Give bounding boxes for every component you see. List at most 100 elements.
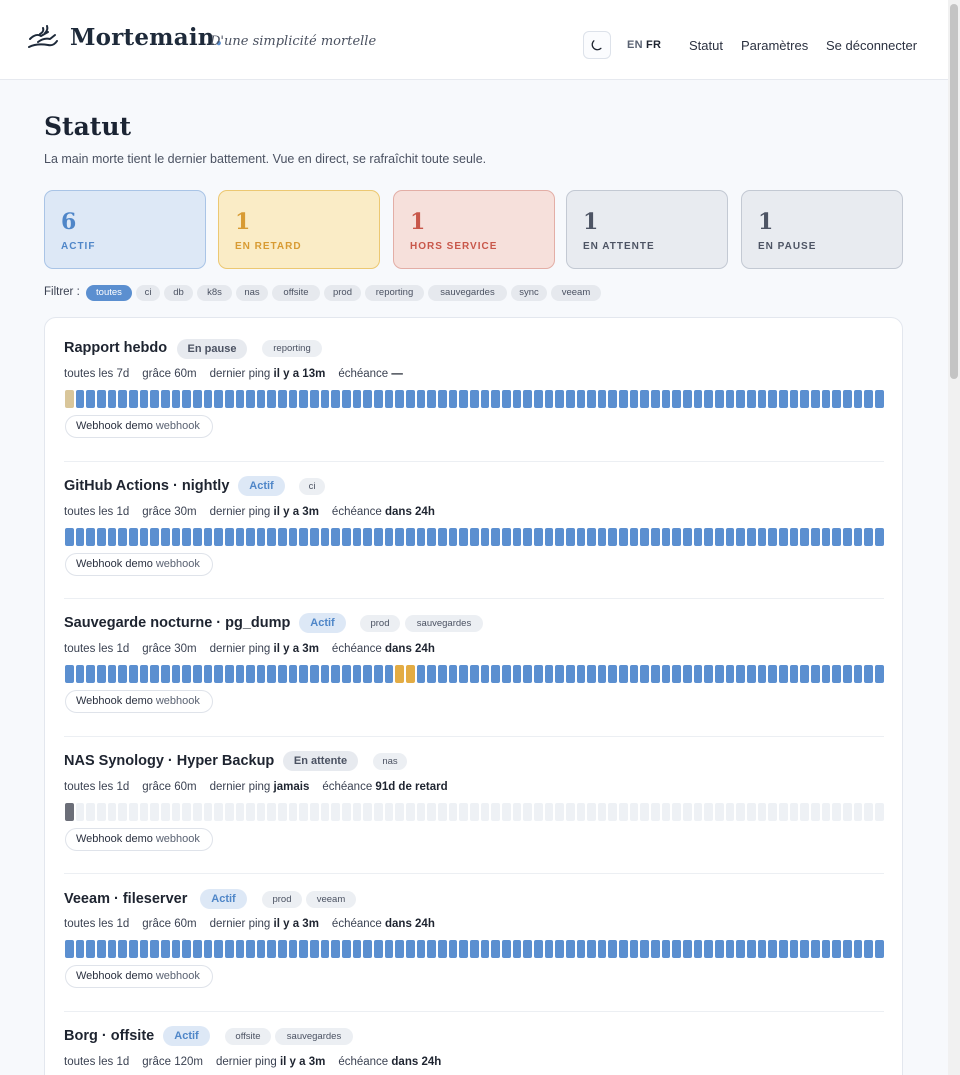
- history-tick-ok: [182, 390, 191, 408]
- job-tag[interactable]: sauvegardes: [405, 615, 483, 632]
- job-title[interactable]: Borg · offsite: [64, 1028, 154, 1044]
- job-title[interactable]: Rapport hebdo: [64, 340, 167, 356]
- history-tick-ok: [352, 528, 362, 546]
- hand-logo-icon[interactable]: [26, 22, 60, 54]
- history-tick-ok: [587, 528, 596, 546]
- stat-card-hors-service[interactable]: 1 HORS SERVICE: [393, 190, 555, 269]
- filter-chip-reporting[interactable]: reporting: [365, 285, 424, 301]
- page-subtitle: La main morte tient le dernier battement…: [44, 152, 487, 166]
- moon-icon: [591, 40, 602, 51]
- stat-card-retard[interactable]: 1 EN RETARD: [218, 190, 380, 269]
- nav-logout[interactable]: Se déconnecter: [826, 38, 917, 53]
- filter-chip-sauvegardes[interactable]: sauvegardes: [428, 285, 507, 301]
- scrollbar-thumb[interactable]: [950, 4, 958, 379]
- theme-toggle-button[interactable]: [583, 31, 611, 59]
- job-title[interactable]: NAS Synology · Hyper Backup: [64, 753, 274, 769]
- history-tick-ok: [651, 940, 660, 958]
- lang-fr-link[interactable]: FR: [646, 39, 661, 51]
- history-tick-ok: [235, 665, 245, 683]
- filter-chip-k8s[interactable]: k8s: [197, 285, 232, 301]
- history-tick-none: [757, 803, 767, 821]
- history-tick-ok: [565, 940, 575, 958]
- stat-card-actif[interactable]: 6 ACTIF: [44, 190, 206, 269]
- history-tick-ok: [288, 940, 298, 958]
- history-tick-ok: [651, 665, 660, 683]
- nav-parametres[interactable]: Paramètres: [741, 38, 808, 53]
- history-tick-ok: [597, 528, 607, 546]
- stat-card-attente[interactable]: 1 EN ATTENTE: [566, 190, 728, 269]
- filter-chip-nas[interactable]: nas: [236, 285, 268, 301]
- job-tag[interactable]: ci: [299, 478, 325, 495]
- history-tick-none: [96, 803, 106, 821]
- job-tag[interactable]: sauvegardes: [275, 1028, 353, 1045]
- history-tick-ok: [437, 390, 447, 408]
- brand-name[interactable]: Mortemain.: [70, 24, 223, 51]
- history-tick-ok: [459, 665, 468, 683]
- history-tick-ok: [523, 528, 532, 546]
- nav-statut[interactable]: Statut: [689, 38, 723, 53]
- webhook-chip[interactable]: Webhook demo webhook: [65, 415, 213, 438]
- history-tick-none: [139, 803, 149, 821]
- job-tag[interactable]: prod: [262, 891, 302, 908]
- webhook-chip[interactable]: Webhook demo webhook: [65, 553, 213, 576]
- history-tick-ok: [672, 390, 682, 408]
- history-tick-ok: [672, 940, 682, 958]
- scrollbar[interactable]: [948, 0, 960, 1075]
- job-tag[interactable]: nas: [373, 753, 407, 770]
- job-title[interactable]: Veeam · fileserver: [64, 891, 187, 907]
- job-tag[interactable]: prod: [360, 615, 400, 632]
- history-tick-ok: [683, 390, 692, 408]
- history-tick-ok: [437, 665, 447, 683]
- job-tag[interactable]: veeam: [306, 891, 356, 908]
- history-tick-ok: [86, 528, 95, 546]
- filter-chip-ci[interactable]: ci: [136, 285, 160, 301]
- webhook-chip[interactable]: Webhook demo webhook: [65, 690, 213, 713]
- history-tick-none: [491, 803, 500, 821]
- history-tick-none: [214, 803, 223, 821]
- job-title[interactable]: GitHub Actions · nightly: [64, 478, 229, 494]
- history-tick-ok: [299, 665, 309, 683]
- job-title[interactable]: Sauvegarde nocturne · pg_dump: [64, 615, 290, 631]
- filter-chip-sync[interactable]: sync: [511, 285, 547, 301]
- history-tick-ok: [683, 940, 692, 958]
- history-tick-ok: [150, 390, 159, 408]
- history-tick-none: [224, 803, 234, 821]
- history-tick-ok: [768, 390, 777, 408]
- history-tick-ok: [299, 528, 309, 546]
- filter-chip-toutes[interactable]: toutes: [86, 285, 132, 301]
- history-tick-none: [587, 803, 596, 821]
- history-tick-ok: [576, 390, 586, 408]
- history-tick-ok: [768, 665, 777, 683]
- history-tick-ok: [810, 940, 820, 958]
- history-tick-ok: [299, 940, 309, 958]
- history-tick-none: [160, 803, 170, 821]
- history-tick-ok: [416, 528, 426, 546]
- filter-chip-prod[interactable]: prod: [324, 285, 361, 301]
- filter-chip-veeam[interactable]: veeam: [551, 285, 601, 301]
- webhook-chip[interactable]: Webhook demo webhook: [65, 828, 213, 851]
- history-tick-ok: [629, 528, 639, 546]
- history-tick-ok: [320, 528, 330, 546]
- history-tick-ok: [565, 528, 575, 546]
- history-tick-ok: [203, 940, 213, 958]
- history-tick-ok: [203, 390, 213, 408]
- stat-label: EN RETARD: [235, 241, 302, 252]
- stat-card-pause[interactable]: 1 EN PAUSE: [741, 190, 903, 269]
- job-tag[interactable]: offsite: [225, 1028, 271, 1045]
- divider: [64, 598, 884, 599]
- history-tick-ok: [864, 940, 873, 958]
- history-tick-ok: [480, 940, 490, 958]
- history-tick-ok: [107, 940, 117, 958]
- filter-chip-db[interactable]: db: [164, 285, 193, 301]
- history-tick-ok: [757, 940, 767, 958]
- history-tick-ok: [448, 390, 458, 408]
- history-tick-ok: [512, 390, 522, 408]
- filter-chip-offsite[interactable]: offsite: [272, 285, 320, 301]
- history-tick-ok: [533, 528, 543, 546]
- lang-en-link[interactable]: EN: [627, 39, 643, 51]
- history-tick-none: [384, 803, 394, 821]
- history-tick-ok: [139, 940, 149, 958]
- job-tag[interactable]: reporting: [262, 340, 322, 357]
- history-tick-ok: [544, 940, 554, 958]
- webhook-chip[interactable]: Webhook demo webhook: [65, 965, 213, 988]
